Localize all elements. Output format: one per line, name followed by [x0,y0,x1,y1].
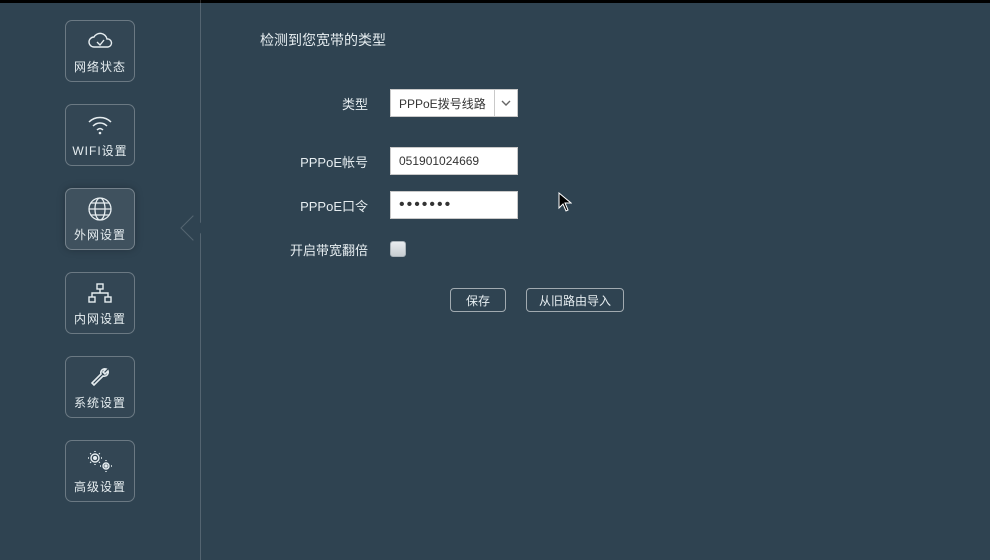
bandwidth-boost-label: 开启带宽翻倍 [260,240,390,259]
sidebar-item-wan-settings[interactable]: 外网设置 [65,188,135,250]
sidebar: 网络状态 WIFI设置 外网设置 [0,0,200,560]
wrench-icon [85,364,115,390]
sidebar-item-label: 外网设置 [74,226,126,243]
gears-icon [85,448,115,474]
sidebar-item-wifi-settings[interactable]: WIFI设置 [65,104,135,166]
save-button[interactable]: 保存 [450,288,506,312]
sidebar-item-label: WIFI设置 [72,142,127,159]
sidebar-divider [200,0,201,560]
page-title: 检测到您宽带的类型 [260,30,950,50]
bandwidth-boost-checkbox[interactable] [390,241,406,257]
sidebar-item-label: 高级设置 [74,478,126,495]
type-label: 类型 [260,94,390,113]
connection-type-value: PPPoE拨号线路 [391,95,494,112]
import-from-old-router-button[interactable]: 从旧路由导入 [526,288,624,312]
sidebar-item-label: 系统设置 [74,394,126,411]
lan-icon [85,280,115,306]
wifi-icon [85,112,115,138]
sidebar-item-advanced-settings[interactable]: 高级设置 [65,440,135,502]
chevron-down-icon [494,90,517,116]
pppoe-account-input[interactable] [390,147,518,175]
sidebar-item-label: 内网设置 [74,310,126,327]
sidebar-item-network-status[interactable]: 网络状态 [65,20,135,82]
pppoe-password-input[interactable] [390,191,518,219]
pppoe-account-label: PPPoE帐号 [260,152,390,171]
pppoe-password-label: PPPoE口令 [260,196,390,215]
connection-type-select[interactable]: PPPoE拨号线路 [390,89,518,117]
main-panel: 检测到您宽带的类型 类型 PPPoE拨号线路 PPPoE帐号 PPPoE口令 开… [200,0,990,560]
globe-icon [85,196,115,222]
sidebar-item-label: 网络状态 [74,58,126,75]
sidebar-item-system-settings[interactable]: 系统设置 [65,356,135,418]
cloud-icon [85,28,115,54]
sidebar-item-lan-settings[interactable]: 内网设置 [65,272,135,334]
